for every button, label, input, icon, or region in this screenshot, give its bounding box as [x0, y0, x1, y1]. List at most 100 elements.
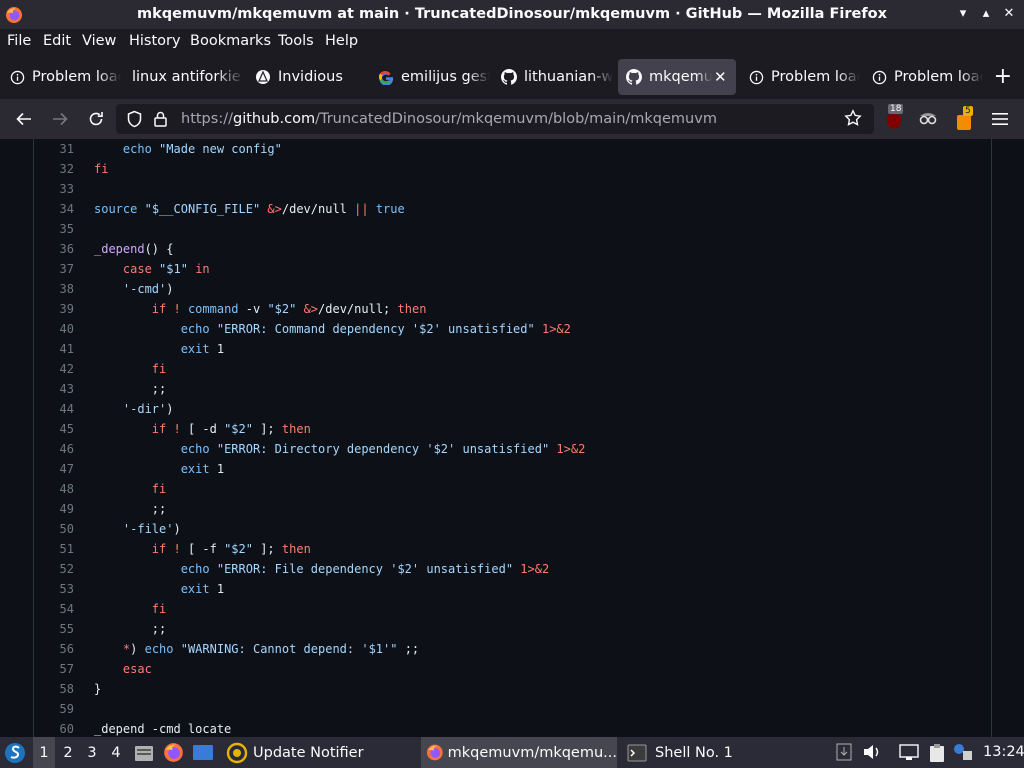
task-shell[interactable]: Shell No. 1: [622, 737, 816, 768]
bookmark-star-icon[interactable]: [844, 109, 862, 131]
line-number[interactable]: 37: [34, 259, 74, 279]
line-number[interactable]: 47: [34, 459, 74, 479]
network-icon[interactable]: [899, 743, 919, 765]
code-line: 38 '-cmd'): [34, 279, 992, 299]
line-number[interactable]: 53: [34, 579, 74, 599]
code-text: }: [94, 682, 102, 696]
workspace-3[interactable]: 3: [81, 737, 103, 768]
menu-help[interactable]: Help: [325, 33, 358, 49]
line-number[interactable]: 44: [34, 399, 74, 419]
line-number[interactable]: 39: [34, 299, 74, 319]
code-text: echo "ERROR: Command dependency '$2' uns…: [180, 322, 571, 336]
line-number[interactable]: 50: [34, 519, 74, 539]
menu-bookmarks[interactable]: Bookmarks: [190, 33, 271, 49]
code-line: 35: [34, 219, 992, 239]
line-number[interactable]: 35: [34, 219, 74, 239]
line-number[interactable]: 48: [34, 479, 74, 499]
code-text: fi: [94, 162, 109, 176]
desktop-icon[interactable]: [192, 737, 214, 768]
close-icon[interactable]: ✕: [1002, 5, 1016, 23]
volume-icon[interactable]: [862, 743, 882, 765]
workspace-4[interactable]: 4: [105, 737, 127, 768]
start-menu-icon[interactable]: [4, 737, 26, 768]
line-number[interactable]: 32: [34, 159, 74, 179]
line-number[interactable]: 60: [34, 719, 74, 739]
tab-github-lithuanian[interactable]: lithuanian-w: [493, 59, 613, 95]
spy-glasses-extension-icon[interactable]: [917, 108, 939, 134]
firefox-launcher-icon[interactable]: [163, 737, 184, 768]
menu-history[interactable]: History: [129, 33, 181, 49]
url-bar[interactable]: https://github.com/TruncatedDinosour/mkq…: [116, 104, 874, 134]
tab-google-emilijus[interactable]: emilijus gest: [370, 59, 490, 95]
updates-tray-icon[interactable]: [836, 743, 852, 765]
orange-extension-icon[interactable]: 5: [955, 106, 977, 131]
reload-icon[interactable]: [84, 107, 108, 131]
lock-icon[interactable]: [153, 110, 168, 132]
workspace-2[interactable]: 2: [57, 737, 79, 768]
line-number[interactable]: 41: [34, 339, 74, 359]
code-line: 45 if ! [ -d "$2" ]; then: [34, 419, 992, 439]
code-line: 49 ;;: [34, 499, 992, 519]
workspace-1[interactable]: 1: [33, 737, 55, 768]
hamburger-menu-icon[interactable]: [988, 107, 1012, 131]
line-number[interactable]: 45: [34, 419, 74, 439]
line-number[interactable]: 59: [34, 699, 74, 719]
task-update-notifier[interactable]: Update Notifier: [221, 737, 415, 768]
line-number[interactable]: 54: [34, 599, 74, 619]
line-number[interactable]: 36: [34, 239, 74, 259]
info-icon: [871, 69, 887, 85]
tab-linux-antiforkie[interactable]: linux antiforkie: [124, 59, 244, 95]
line-number[interactable]: 55: [34, 619, 74, 639]
line-number[interactable]: 40: [34, 319, 74, 339]
task-firefox-mkqemuvm[interactable]: mkqemuvm/mkqemu...: [421, 737, 617, 768]
line-number[interactable]: 58: [34, 679, 74, 699]
notification-icon[interactable]: [953, 743, 973, 765]
menu-tools[interactable]: Tools: [278, 33, 314, 49]
code-text: fi: [151, 362, 167, 376]
clipboard-icon[interactable]: [927, 743, 947, 767]
shield-icon[interactable]: [126, 110, 143, 132]
code-text: *) echo "WARNING: Cannot depend: '$1'" ;…: [122, 642, 420, 656]
line-number[interactable]: 46: [34, 439, 74, 459]
tab-problem-loading-1[interactable]: Problem loading page: [1, 59, 121, 95]
tab-problem-loading-2[interactable]: Problem loading page: [740, 59, 860, 95]
line-number[interactable]: 43: [34, 379, 74, 399]
tab-invidious[interactable]: Invidious: [247, 59, 367, 95]
minimize-icon[interactable]: ▾: [956, 5, 970, 23]
code-line: 52 echo "ERROR: File dependency '$2' uns…: [34, 559, 992, 579]
code-line: 60 _depend -cmd locate: [34, 719, 992, 739]
line-number[interactable]: 38: [34, 279, 74, 299]
menu-edit[interactable]: Edit: [43, 33, 71, 49]
code-text: esac: [122, 662, 152, 676]
code-line: 46 echo "ERROR: Directory dependency '$2…: [34, 439, 992, 459]
extension-count-badge: 5: [963, 106, 973, 116]
line-number[interactable]: 31: [34, 139, 74, 159]
maximize-icon[interactable]: ▴: [979, 5, 993, 23]
code-text: echo "Made new config": [122, 142, 282, 156]
code-text: '-dir'): [122, 402, 174, 416]
info-icon: [9, 69, 25, 85]
window-titlebar: mkqemuvm/mkqemuvm at main · TruncatedDin…: [0, 0, 1024, 29]
close-tab-icon[interactable]: ✕: [714, 68, 728, 86]
code-line: 34 source "$__CONFIG_FILE" &>/dev/null ||…: [34, 199, 992, 219]
back-arrow-icon[interactable]: [12, 107, 36, 131]
tab-mkqemuvm[interactable]: mkqemuvm ✕: [618, 59, 736, 95]
code-text: if ! [ -d "$2" ]; then: [151, 422, 311, 436]
line-number[interactable]: 57: [34, 659, 74, 679]
menu-file[interactable]: File: [7, 33, 31, 49]
line-number[interactable]: 49: [34, 499, 74, 519]
menu-view[interactable]: View: [82, 33, 116, 49]
url-text[interactable]: https://github.com/TruncatedDinosour/mkq…: [181, 111, 717, 127]
code-text: '-cmd'): [122, 282, 174, 296]
line-number[interactable]: 51: [34, 539, 74, 559]
new-tab-plus-icon[interactable]: +: [994, 64, 1012, 89]
file-manager-icon[interactable]: [134, 737, 154, 768]
line-number[interactable]: 33: [34, 179, 74, 199]
ublock-extension-icon[interactable]: 18: [884, 104, 904, 131]
line-number[interactable]: 42: [34, 359, 74, 379]
tab-problem-loading-3[interactable]: Problem loading page: [863, 59, 983, 95]
forward-arrow-icon[interactable]: [48, 107, 72, 131]
line-number[interactable]: 56: [34, 639, 74, 659]
line-number[interactable]: 34: [34, 199, 74, 219]
line-number[interactable]: 52: [34, 559, 74, 579]
